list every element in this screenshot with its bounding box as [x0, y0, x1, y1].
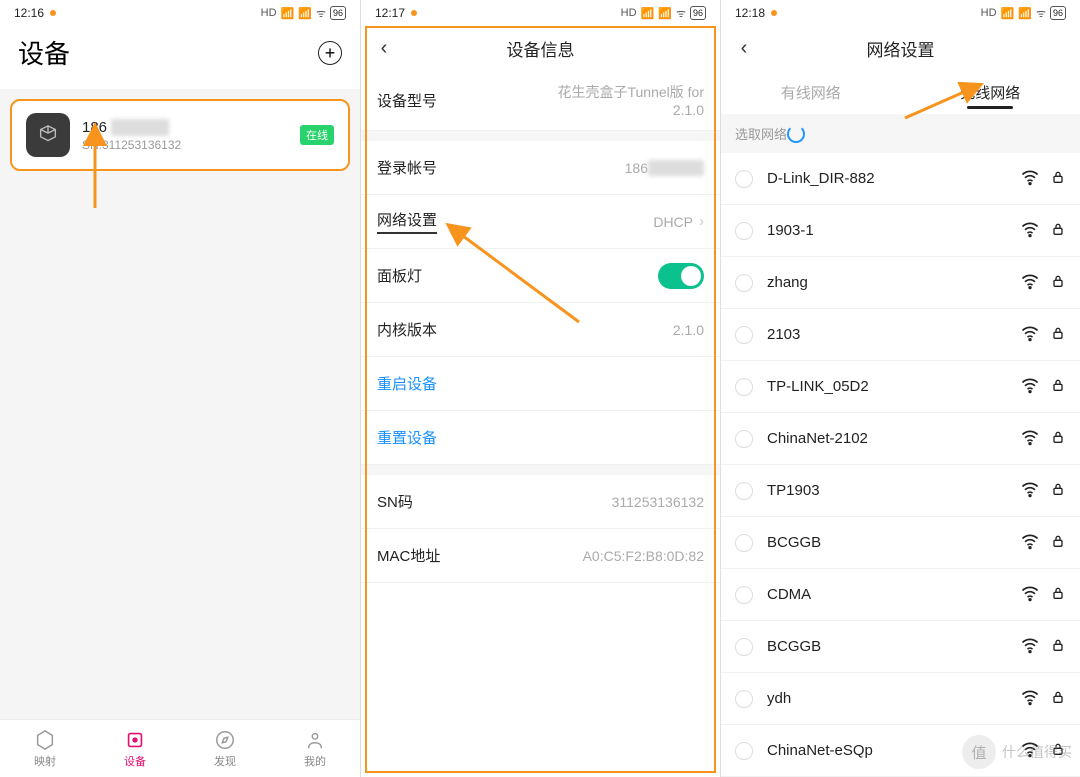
- signal-icon: 📶: [281, 7, 295, 20]
- account-masked: xxxx: [648, 160, 704, 176]
- lock-icon: [1050, 220, 1066, 242]
- wifi-signal-icon: [1020, 531, 1040, 555]
- wifi-signal-icon: [1020, 219, 1040, 243]
- status-bar: 12:18 HD📶📶ᯤ 96: [721, 0, 1080, 26]
- status-badge: 在线: [300, 125, 334, 145]
- radio-icon: [735, 274, 753, 292]
- page-title: 设备: [18, 34, 70, 71]
- wifi-signal-icon: [1020, 271, 1040, 295]
- clock: 12:17: [375, 6, 405, 20]
- wifi-signal-icon: [1020, 167, 1040, 191]
- wifi-signal-icon: [1020, 323, 1040, 347]
- wifi-signal-icon: [1020, 687, 1040, 711]
- tab-discover[interactable]: 发现: [180, 720, 270, 777]
- tab-mapping[interactable]: 映射: [0, 720, 90, 777]
- wifi-network-item[interactable]: ydh: [721, 673, 1080, 725]
- phone-device-info: 12:17 HD📶📶ᯤ 96 ‹ 设备信息 设备型号 花生壳盒子Tunnel版 …: [360, 0, 720, 777]
- status-bar: 12:16 HD 📶 📶 ᯤ 96: [0, 0, 360, 26]
- wifi-network-item[interactable]: TP-LINK_05D2: [721, 361, 1080, 413]
- wifi-icon: ᯤ: [316, 6, 326, 21]
- device-name-prefix: 186: [82, 119, 107, 136]
- radio-icon: [735, 222, 753, 240]
- clock: 12:18: [735, 6, 765, 20]
- wifi-list: D-Link_DIR-882 1903-1 zhang 2103 TP-LINK_05D…: [721, 153, 1080, 777]
- tab-mine[interactable]: 我的: [270, 720, 360, 777]
- radio-icon: [735, 430, 753, 448]
- radio-icon: [735, 326, 753, 344]
- radio-icon: [735, 690, 753, 708]
- clock: 12:16: [14, 6, 44, 20]
- lock-icon: [1050, 532, 1066, 554]
- page-title: 网络设置: [759, 36, 1072, 61]
- tab-wireless[interactable]: 无线网络: [901, 82, 1080, 103]
- wifi-network-item[interactable]: D-Link_DIR-882: [721, 153, 1080, 205]
- radio-icon: [735, 534, 753, 552]
- phone-network-settings: 12:18 HD📶📶ᯤ 96 ‹ 网络设置 有线网络 无线网络 选取网络 D-L…: [720, 0, 1080, 777]
- lock-icon: [1050, 480, 1066, 502]
- radio-icon: [735, 482, 753, 500]
- wifi-ssid: ChinaNet-eSQp: [767, 742, 873, 759]
- wifi-ssid: zhang: [767, 274, 808, 291]
- status-bar: 12:17 HD📶📶ᯤ 96: [361, 0, 720, 26]
- wifi-signal-icon: [1020, 635, 1040, 659]
- wifi-network-item[interactable]: TP1903: [721, 465, 1080, 517]
- wifi-network-item[interactable]: BCGGB: [721, 621, 1080, 673]
- wifi-ssid: 1903-1: [767, 222, 814, 239]
- radio-icon: [735, 586, 753, 604]
- wifi-ssid: CDMA: [767, 586, 811, 603]
- phone-device-list: 12:16 HD 📶 📶 ᯤ 96 设备 + 186 xxxx SN:31125…: [0, 0, 360, 777]
- wifi-ssid: TP-LINK_05D2: [767, 378, 869, 395]
- wifi-icon: 📶: [298, 7, 312, 20]
- tab-device[interactable]: 设备: [90, 720, 180, 777]
- lock-icon: [1050, 376, 1066, 398]
- wifi-ssid: BCGGB: [767, 534, 821, 551]
- hd-icon: HD: [261, 7, 277, 19]
- wifi-signal-icon: [1020, 427, 1040, 451]
- wifi-network-item[interactable]: CDMA: [721, 569, 1080, 621]
- lock-icon: [1050, 636, 1066, 658]
- wifi-ssid: ChinaNet-2102: [767, 430, 868, 447]
- wifi-signal-icon: [1020, 479, 1040, 503]
- watermark-badge-icon: 值: [962, 735, 996, 769]
- select-network-label: 选取网络: [735, 124, 787, 143]
- battery-icon: 96: [330, 6, 346, 20]
- wifi-network-item[interactable]: BCGGB: [721, 517, 1080, 569]
- back-button[interactable]: ‹: [729, 37, 759, 60]
- radio-icon: [735, 170, 753, 188]
- add-device-button[interactable]: +: [318, 41, 342, 65]
- wifi-network-item[interactable]: 2103: [721, 309, 1080, 361]
- wifi-signal-icon: [1020, 375, 1040, 399]
- wifi-ssid: 2103: [767, 326, 800, 343]
- lock-icon: [1050, 168, 1066, 190]
- radio-icon: [735, 378, 753, 396]
- lock-icon: [1050, 324, 1066, 346]
- wifi-ssid: TP1903: [767, 482, 820, 499]
- device-cube-icon: [26, 113, 70, 157]
- wifi-network-item[interactable]: ChinaNet-2102: [721, 413, 1080, 465]
- wifi-network-item[interactable]: 1903-1: [721, 205, 1080, 257]
- watermark: 值 什么值得买: [962, 735, 1072, 769]
- lock-icon: [1050, 688, 1066, 710]
- wifi-ssid: BCGGB: [767, 638, 821, 655]
- lock-icon: [1050, 428, 1066, 450]
- lock-icon: [1050, 272, 1066, 294]
- lock-icon: [1050, 584, 1066, 606]
- bottom-tabbar: 映射 设备 发现 我的: [0, 719, 360, 777]
- device-card[interactable]: 186 xxxx SN:311253136132 在线: [10, 99, 350, 171]
- wifi-ssid: D-Link_DIR-882: [767, 170, 875, 187]
- device-name-masked: xxxx: [111, 119, 169, 136]
- radio-icon: [735, 742, 753, 760]
- device-sn: SN:311253136132: [82, 138, 288, 152]
- radio-icon: [735, 638, 753, 656]
- wifi-ssid: ydh: [767, 690, 791, 707]
- tab-wired[interactable]: 有线网络: [721, 82, 901, 103]
- wifi-network-item[interactable]: zhang: [721, 257, 1080, 309]
- highlight-frame: [365, 26, 716, 773]
- refresh-button[interactable]: [787, 125, 805, 143]
- panel-light-toggle[interactable]: [658, 263, 704, 289]
- wifi-signal-icon: [1020, 583, 1040, 607]
